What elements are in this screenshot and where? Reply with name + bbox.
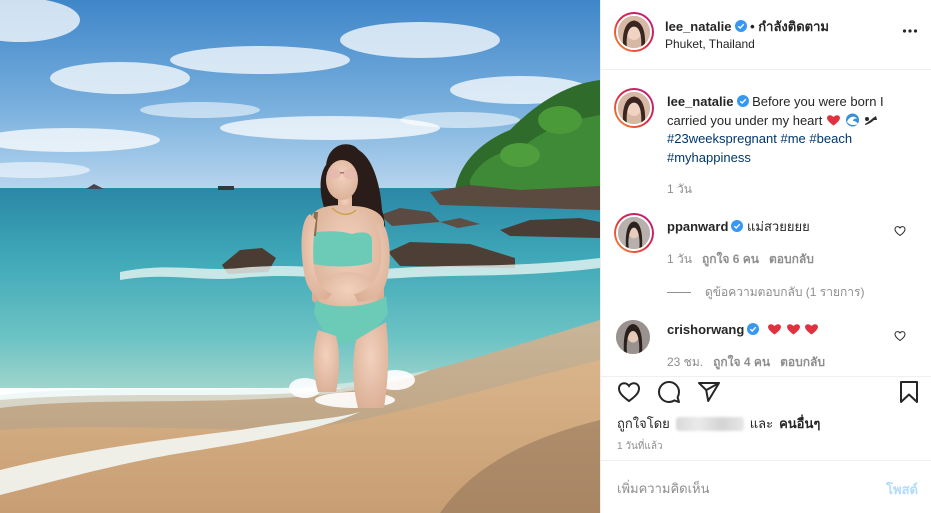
reply-button[interactable]: ตอบกลับ xyxy=(769,252,814,266)
liked-by-others-link[interactable]: คนอื่นๆ xyxy=(779,413,820,434)
post-comment-button[interactable]: โพสต์ xyxy=(886,479,918,500)
comment-time[interactable]: 23 ชม. xyxy=(667,355,703,369)
paper-plane-icon[interactable] xyxy=(697,380,721,404)
comment-avatar-crishorwang[interactable] xyxy=(616,320,650,354)
post-side-panel: lee_natalie • กำลังติดตาม Phuket, Thaila… xyxy=(600,0,931,513)
post-timestamp[interactable]: 1 วันที่แล้ว xyxy=(617,439,663,454)
header-user-line: lee_natalie • กำลังติดตาม xyxy=(665,16,829,37)
hashtag-link[interactable]: #beach xyxy=(809,131,852,146)
wave-emoji-icon xyxy=(845,113,859,126)
view-replies-button[interactable]: ดูข้อความตอบกลับ (1 รายการ) xyxy=(667,283,864,302)
more-horizontal-icon[interactable] xyxy=(902,28,918,34)
comment-text-block: ppanward แม่สวยยยย xyxy=(667,218,887,237)
comment-meta: 23 ชม. ถูกใจ 4 คน ตอบกลับ xyxy=(667,353,825,372)
comment-text-block: crishorwang xyxy=(667,321,887,340)
caption-timestamp[interactable]: 1 วัน xyxy=(667,180,692,199)
comments-list[interactable]: lee_natalie Before you were born I carri… xyxy=(601,70,931,376)
verified-badge-icon xyxy=(736,95,749,107)
verified-badge-icon xyxy=(734,20,747,32)
comment-avatar-image xyxy=(618,217,650,249)
post-header: lee_natalie • กำลังติดตาม Phuket, Thaila… xyxy=(601,0,931,70)
author-avatar[interactable] xyxy=(614,12,654,52)
caption-avatar-image xyxy=(618,92,650,124)
heart-icon[interactable] xyxy=(617,380,641,404)
comment-like-count[interactable]: ถูกใจ 6 คน xyxy=(702,252,759,266)
author-avatar-image xyxy=(618,16,650,48)
beach-photo-image xyxy=(0,0,600,513)
blurred-username[interactable] xyxy=(675,416,744,431)
comment-meta: 1 วัน ถูกใจ 6 คน ตอบกลับ xyxy=(667,250,814,269)
bookmark-icon[interactable] xyxy=(897,380,921,404)
comment-like-count[interactable]: ถูกใจ 4 คน xyxy=(713,355,770,369)
post-photo[interactable] xyxy=(0,0,600,513)
red-heart-emoji-icon xyxy=(827,114,840,125)
hashtag-link[interactable]: #myhappiness xyxy=(667,150,751,165)
comment-time[interactable]: 1 วัน xyxy=(667,252,692,266)
liked-by-suffix: และ xyxy=(749,416,774,431)
red-heart-emoji-icon xyxy=(805,324,819,335)
comment-avatar-ppanward[interactable] xyxy=(614,213,654,253)
hashtag-link[interactable]: #me xyxy=(780,131,805,146)
red-heart-emoji-icon xyxy=(767,324,781,335)
instagram-post: lee_natalie • กำลังติดตาม Phuket, Thaila… xyxy=(0,0,931,513)
post-location[interactable]: Phuket, Thailand xyxy=(665,37,755,51)
comment-like-heart-icon[interactable] xyxy=(894,330,906,342)
comment-like-heart-icon[interactable] xyxy=(894,225,906,237)
comment-username[interactable]: crishorwang xyxy=(667,322,744,337)
reply-button[interactable]: ตอบกลับ xyxy=(780,355,825,369)
author-username[interactable]: lee_natalie xyxy=(665,19,732,34)
comment-avatar-image xyxy=(616,320,650,354)
caption-avatar[interactable] xyxy=(614,88,654,128)
caption-username[interactable]: lee_natalie xyxy=(667,94,734,109)
liked-by-line: ถูกใจโดย และ คนอื่นๆ xyxy=(617,413,820,434)
replies-divider-line xyxy=(667,292,691,293)
add-comment-input[interactable] xyxy=(617,479,857,497)
add-comment-bar: โพสต์ xyxy=(601,460,931,513)
mermaid-tail-emoji-icon xyxy=(865,115,878,125)
verified-badge-icon xyxy=(747,323,760,335)
post-actions: ถูกใจโดย และ คนอื่นๆ 1 วันที่แล้ว xyxy=(601,376,931,460)
comment-text: แม่สวยยยย xyxy=(747,219,810,234)
follow-status-button[interactable]: • กำลังติดตาม xyxy=(750,19,829,34)
view-replies-label: ดูข้อความตอบกลับ (1 รายการ) xyxy=(705,285,865,299)
liked-by-prefix: ถูกใจโดย xyxy=(617,416,670,431)
comment-username[interactable]: ppanward xyxy=(667,219,728,234)
caption-text-block: lee_natalie Before you were born I carri… xyxy=(667,93,912,167)
hashtag-link[interactable]: #23weekspregnant xyxy=(667,131,777,146)
verified-badge-icon xyxy=(731,220,744,232)
comment-bubble-icon[interactable] xyxy=(657,380,681,404)
red-heart-emoji-icon xyxy=(786,324,800,335)
